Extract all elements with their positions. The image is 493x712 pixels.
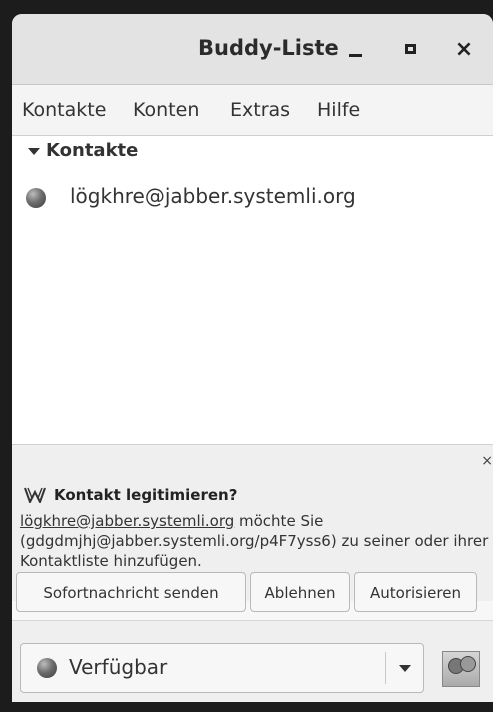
- buddy-icon[interactable]: [442, 651, 480, 687]
- notification-title: Kontakt legitimieren?: [54, 486, 238, 504]
- menu-kontakte[interactable]: Kontakte: [22, 99, 106, 121]
- buddy-list-window: Buddy-Liste × Kontakte Konten Extras Hil…: [12, 14, 493, 702]
- authorize-button[interactable]: Autorisieren: [354, 572, 477, 612]
- contact-row[interactable]: lögkhre@jabber.systemli.org: [12, 178, 493, 218]
- menu-hilfe[interactable]: Hilfe: [317, 99, 360, 121]
- close-notification-icon[interactable]: ×: [481, 453, 493, 469]
- menu-konten[interactable]: Konten: [133, 99, 199, 121]
- chevron-down-icon: [399, 665, 411, 672]
- contacts-group-header[interactable]: Kontakte: [12, 136, 493, 168]
- offline-status-icon: [26, 188, 46, 208]
- combo-separator: [385, 652, 386, 684]
- requester-link[interactable]: lögkhre@jabber.systemli.org: [20, 512, 234, 530]
- group-label: Kontakte: [46, 140, 139, 161]
- window-title: Buddy-Liste: [198, 36, 339, 60]
- deny-button[interactable]: Ablehnen: [250, 572, 350, 612]
- status-label: Verfügbar: [69, 655, 168, 679]
- menu-extras[interactable]: Extras: [230, 99, 290, 121]
- status-bar: Verfügbar: [12, 620, 493, 702]
- send-instant-message-button[interactable]: Sofortnachricht senden: [16, 572, 246, 612]
- screenshot-frame: Buddy-Liste × Kontakte Konten Extras Hil…: [0, 0, 493, 712]
- expand-triangle-icon: [28, 148, 40, 155]
- available-status-icon: [37, 658, 57, 678]
- status-selector[interactable]: Verfügbar: [20, 643, 424, 693]
- menu-bar: Kontakte Konten Extras Hilfe: [12, 85, 493, 136]
- notification-text: lögkhre@jabber.systemli.org möchte Sie (…: [20, 511, 490, 571]
- minimize-button[interactable]: [342, 36, 370, 64]
- pidgin-icon: [24, 487, 46, 503]
- contact-name: lögkhre@jabber.systemli.org: [70, 184, 356, 208]
- maximize-button[interactable]: [397, 36, 425, 64]
- title-bar: Buddy-Liste ×: [12, 14, 493, 85]
- close-button[interactable]: ×: [450, 36, 478, 64]
- contact-list: lögkhre@jabber.systemli.org: [12, 168, 493, 445]
